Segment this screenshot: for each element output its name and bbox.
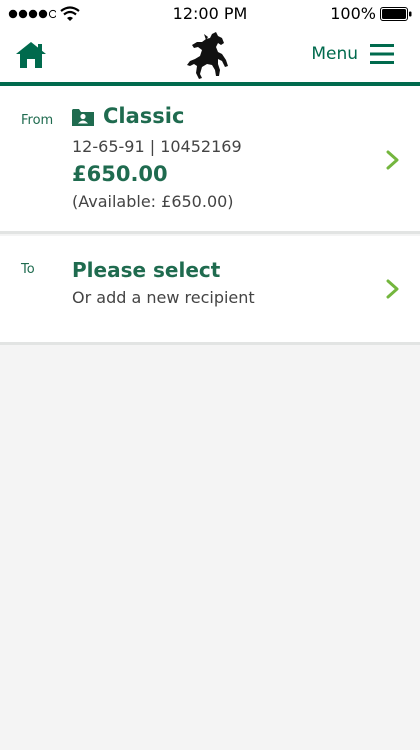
to-label: To <box>21 262 35 277</box>
battery-percentage: 100% <box>330 4 376 23</box>
from-label: From <box>21 113 54 128</box>
status-bar: 12:00 PM 100% <box>0 0 420 28</box>
menu-button[interactable]: Menu <box>311 44 394 64</box>
home-icon[interactable] <box>14 40 48 70</box>
select-recipient-title: Please select <box>72 258 221 282</box>
account-balance: £650.00 <box>72 162 168 186</box>
app-header: Menu <box>0 28 420 86</box>
menu-label: Menu <box>311 44 358 64</box>
available-balance: (Available: £650.00) <box>72 192 234 211</box>
add-recipient-hint: Or add a new recipient <box>72 288 255 307</box>
account-name: Classic <box>103 104 185 128</box>
chevron-right-icon <box>386 279 399 299</box>
transfer-screen: 12:00 PM 100% Menu From Classic 12-65-91… <box>0 0 420 750</box>
chevron-right-icon <box>386 150 399 170</box>
battery-icon <box>380 7 412 21</box>
hamburger-icon <box>370 44 394 64</box>
to-recipient-card[interactable]: To Please select Or add a new recipient <box>0 236 420 345</box>
account-folder-icon <box>72 109 94 126</box>
black-horse-logo <box>187 32 228 79</box>
from-account-card[interactable]: From Classic 12-65-91 | 10452169 £650.00… <box>0 86 420 234</box>
account-number: 12-65-91 | 10452169 <box>72 137 242 156</box>
